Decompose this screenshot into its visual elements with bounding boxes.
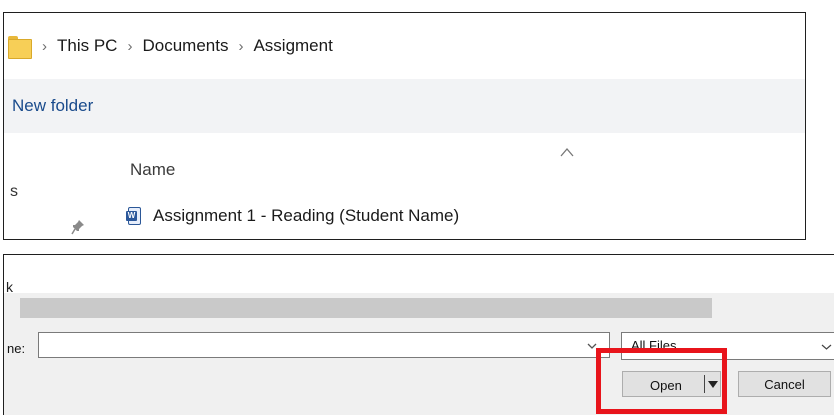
file-name-input[interactable] xyxy=(38,332,610,358)
chevron-right-icon: › xyxy=(238,37,244,55)
column-header-name[interactable]: Name xyxy=(130,160,175,180)
file-type-filter-select[interactable]: All Files xyxy=(621,332,834,360)
cancel-button-label: Cancel xyxy=(764,376,805,392)
chevron-down-icon xyxy=(821,344,832,350)
explorer-toolbar: New folder xyxy=(4,79,805,133)
dialog-upper-area xyxy=(4,255,834,293)
word-document-icon: W xyxy=(126,207,141,225)
breadcrumb-documents[interactable]: Documents xyxy=(142,36,228,56)
breadcrumb-assigment[interactable]: Assigment xyxy=(253,36,332,56)
breadcrumb: › This PC › Documents › Assigment xyxy=(32,36,333,56)
cancel-button[interactable]: Cancel xyxy=(738,371,831,397)
file-name: Assignment 1 - Reading (Student Name) xyxy=(153,206,460,225)
cropped-top-text xyxy=(0,0,834,11)
partial-label: k xyxy=(6,279,13,295)
address-bar[interactable]: › This PC › Documents › Assigment xyxy=(4,13,805,79)
split-divider xyxy=(704,375,705,393)
file-list: Name W Assignment 1 - Reading (Student N… xyxy=(100,133,805,239)
folder-icon xyxy=(8,36,32,59)
file-list-item[interactable]: W Assignment 1 - Reading (Student Name) xyxy=(126,206,459,226)
caret-down-icon[interactable] xyxy=(708,381,718,388)
file-name-label: ne: xyxy=(7,341,26,356)
pin-icon[interactable] xyxy=(71,219,85,235)
chevron-right-icon: › xyxy=(42,37,47,55)
chevron-right-icon: › xyxy=(127,37,133,55)
breadcrumb-this-pc[interactable]: This PC xyxy=(57,36,117,56)
open-file-dialog: k ne: All Files Open Cancel xyxy=(3,254,834,415)
file-explorer-window: › This PC › Documents › Assigment New fo… xyxy=(3,12,806,240)
open-button-label: Open xyxy=(650,378,682,393)
chevron-down-icon[interactable] xyxy=(586,341,598,351)
horizontal-scrollbar[interactable] xyxy=(20,298,712,318)
nav-item-partial[interactable]: s xyxy=(10,183,18,201)
new-folder-button[interactable]: New folder xyxy=(12,96,93,116)
open-button[interactable]: Open xyxy=(622,371,721,397)
file-type-filter-value: All Files xyxy=(631,338,677,353)
sort-ascending-icon[interactable] xyxy=(560,147,574,157)
navigation-pane: s xyxy=(4,133,100,239)
